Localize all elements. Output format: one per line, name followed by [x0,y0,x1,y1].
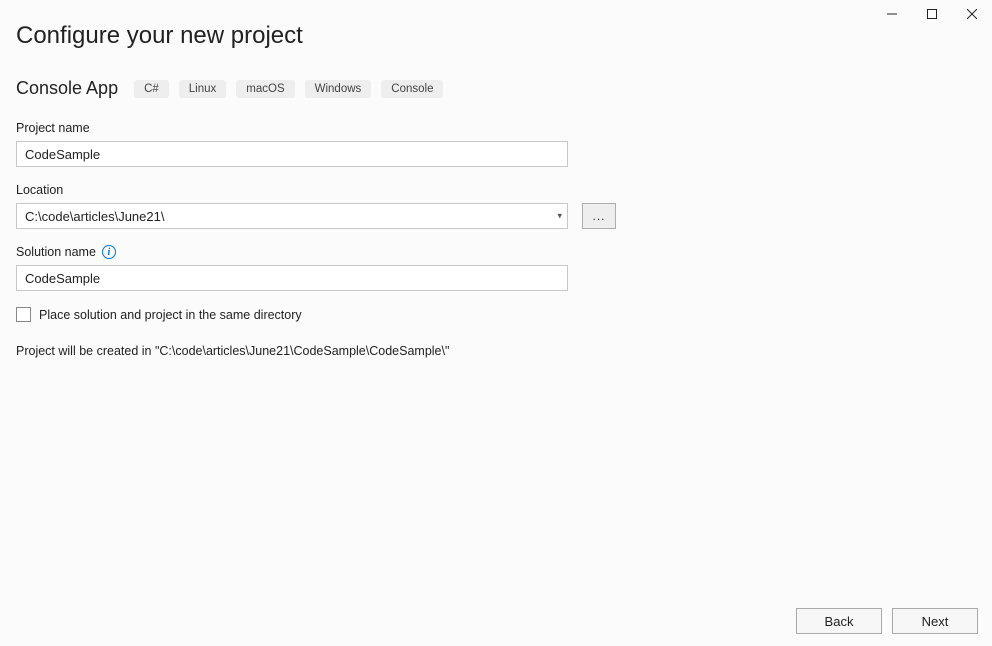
location-label: Location [16,183,976,197]
solution-name-input[interactable] [16,265,568,291]
window-minimize-button[interactable] [872,0,912,28]
info-icon[interactable]: i [102,245,116,259]
same-directory-checkbox[interactable] [16,307,31,322]
template-tag: macOS [236,80,294,98]
browse-button[interactable]: ... [582,203,616,229]
project-name-input[interactable] [16,141,568,167]
template-name: Console App [16,78,118,99]
template-tag: Linux [179,80,227,98]
project-name-label: Project name [16,121,976,135]
template-tag: Console [381,80,443,98]
next-button[interactable]: Next [892,608,978,634]
window-maximize-button[interactable] [912,0,952,28]
page-title: Configure your new project [16,22,976,50]
template-header: Console App C# Linux macOS Windows Conso… [16,78,976,99]
same-directory-label: Place solution and project in the same d… [39,308,302,322]
minimize-icon [887,9,897,19]
back-button[interactable]: Back [796,608,882,634]
project-path-summary: Project will be created in "C:\code\arti… [16,344,976,358]
template-tag: C# [134,80,169,98]
close-icon [967,9,977,19]
solution-name-label: Solution name [16,245,96,259]
location-input[interactable] [16,203,568,229]
maximize-icon [927,9,937,19]
template-tag: Windows [305,80,372,98]
window-close-button[interactable] [952,0,992,28]
